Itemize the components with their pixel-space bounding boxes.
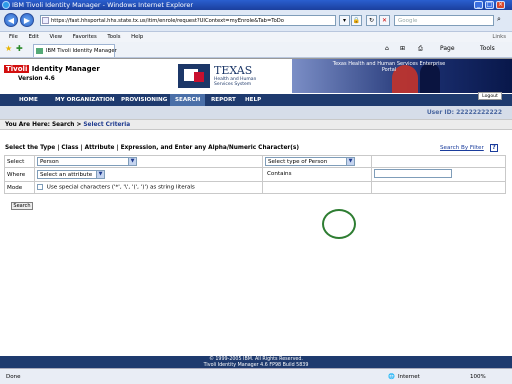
menu-file[interactable]: File <box>9 34 18 40</box>
print-icon[interactable]: ⎙ <box>418 45 423 53</box>
version-label: Version 4.6 <box>18 76 55 82</box>
tools-menu[interactable]: Tools <box>480 45 495 52</box>
forward-icon[interactable]: ▶ <box>20 13 34 27</box>
menu-help[interactable]: Help <box>131 34 143 40</box>
menu-tools[interactable]: Tools <box>107 34 120 40</box>
highlight-circle <box>322 209 356 239</box>
nav-help[interactable]: HELP <box>240 94 266 106</box>
chevron-down-icon: ▼ <box>96 171 104 178</box>
favorites-star-icon[interactable]: ★ <box>5 44 12 53</box>
mode-row: Mode Use special characters ('*', '\', '… <box>4 181 506 194</box>
address-url: https://fast.hhsportal.hhs.state.tx.us/i… <box>51 18 284 24</box>
maximize-icon[interactable]: □ <box>485 1 494 9</box>
breadcrumb-prefix: You Are Here: Search > <box>5 122 82 128</box>
tivoli-wordmark: Tivoli <box>4 65 30 73</box>
refresh-icon[interactable]: ↻ <box>366 15 377 26</box>
texas-hhs-logo: TEXAS Health and Human Services System <box>178 62 282 90</box>
person-type-select[interactable]: Select type of Person ▼ <box>265 157 355 166</box>
value-field[interactable] <box>374 169 452 178</box>
address-input[interactable]: https://fast.hhsportal.hhs.state.tx.us/i… <box>40 15 336 26</box>
texas-subtitle: Health and Human Services System <box>214 77 257 87</box>
logout-button[interactable]: Logout <box>478 92 502 100</box>
menu-edit[interactable]: Edit <box>29 34 39 40</box>
address-toolbar: ◀ ▶ https://fast.hhsportal.hhs.state.tx.… <box>0 10 512 32</box>
search-icon[interactable]: ⌕ <box>497 15 501 24</box>
nav-my-organization[interactable]: MY ORGANIZATION <box>50 94 120 106</box>
nav-home[interactable]: HOME <box>14 94 43 106</box>
menu-view[interactable]: View <box>50 34 63 40</box>
nav-search[interactable]: SEARCH <box>170 94 206 106</box>
add-favorites-icon[interactable]: ✚ <box>16 44 23 53</box>
tab-bar: ★ ✚ IBM Tivoli Identity Manager ⌂ ⊞ ⎙ Pa… <box>0 42 512 58</box>
dropdown-icon[interactable]: ▾ <box>339 15 350 26</box>
criteria-table: Select Person ▼ Select type of Person ▼ … <box>4 155 506 194</box>
close-icon[interactable]: × <box>496 1 505 9</box>
feeds-icon[interactable]: ⊞ <box>400 45 405 52</box>
select-label: Select <box>4 155 35 168</box>
mode-label: Mode <box>4 181 35 194</box>
chevron-down-icon: ▼ <box>128 158 136 165</box>
object-type-value: Person <box>40 159 59 165</box>
product-name: Identity Manager <box>31 65 100 73</box>
globe-icon: 🌐 <box>388 374 395 380</box>
search-placeholder: Google <box>398 18 418 24</box>
home-icon[interactable]: ⌂ <box>385 45 389 52</box>
page-icon <box>42 17 49 24</box>
operator-value: Contains <box>267 171 292 177</box>
tab-title: IBM Tivoli Identity Manager <box>46 48 117 54</box>
portal-banner: Texas Health and Human Services Enterpri… <box>292 59 512 93</box>
texas-wordmark: TEXAS <box>214 64 253 77</box>
banner-title: Texas Health and Human Services Enterpri… <box>332 61 446 73</box>
person-type-value: Select type of Person <box>268 159 328 165</box>
minimize-icon[interactable]: _ <box>474 1 483 9</box>
special-chars-checkbox[interactable] <box>37 184 43 191</box>
help-icon[interactable]: ? <box>490 144 498 152</box>
attribute-select[interactable]: Select an attribute ▼ <box>37 170 105 179</box>
user-bar: User ID: 22222222222 <box>0 106 512 119</box>
user-id: User ID: 22222222222 <box>426 109 502 116</box>
chevron-down-icon: ▼ <box>346 158 354 165</box>
search-input[interactable]: Google <box>394 15 494 26</box>
tivoli-logo: Tivoli Identity Manager <box>4 65 100 73</box>
operator-select[interactable]: Contains <box>265 170 369 179</box>
breadcrumb-current: Select Criteria <box>83 122 131 128</box>
status-text: Done <box>6 374 21 380</box>
links-label[interactable]: Links <box>492 32 506 42</box>
window-title: IBM Tivoli Identity Manager - Windows In… <box>12 1 194 9</box>
back-icon[interactable]: ◀ <box>4 13 18 27</box>
page-content: Tivoli Identity Manager Version 4.6 TEXA… <box>0 58 512 369</box>
search-button[interactable]: Search <box>11 202 33 210</box>
texas-flag-icon <box>178 64 210 88</box>
tab-page-icon <box>36 48 43 54</box>
search-instruction: Select the Type | Class | Attribute | Ex… <box>5 145 299 151</box>
breadcrumb: You Are Here: Search > Select Criteria <box>0 119 512 130</box>
lock-icon[interactable]: 🔒 <box>351 15 362 26</box>
window-title-bar: IBM Tivoli Identity Manager - Windows In… <box>0 0 512 10</box>
app-header: Tivoli Identity Manager Version 4.6 TEXA… <box>0 59 512 93</box>
page-menu[interactable]: Page <box>440 45 455 52</box>
nav-provisioning[interactable]: PROVISIONING <box>116 94 172 106</box>
object-type-select[interactable]: Person ▼ <box>37 157 137 166</box>
zone-label: Internet <box>398 374 420 380</box>
tab-tivoli[interactable]: IBM Tivoli Identity Manager <box>33 44 117 57</box>
main-nav: HOME MY ORGANIZATION PROVISIONING SEARCH… <box>0 94 512 106</box>
attribute-value: Select an attribute <box>40 172 93 178</box>
status-bar: Done 🌐 Internet 100% <box>0 368 512 384</box>
zoom-level[interactable]: 100% <box>470 369 486 384</box>
ie-logo-icon <box>2 1 10 9</box>
stop-icon[interactable]: ✕ <box>379 15 390 26</box>
where-label: Where <box>4 167 35 182</box>
where-row: Where Select an attribute ▼ Contains <box>4 167 506 182</box>
special-chars-label: Use special characters ('*', '\', '(', '… <box>46 184 195 191</box>
nav-report[interactable]: REPORT <box>206 94 241 106</box>
search-by-filter-link[interactable]: Search By Filter <box>440 145 484 151</box>
menu-bar: File Edit View Favorites Tools Help Link… <box>0 32 512 42</box>
select-row: Select Person ▼ Select type of Person ▼ <box>4 155 506 168</box>
menu-favorites[interactable]: Favorites <box>73 34 97 40</box>
